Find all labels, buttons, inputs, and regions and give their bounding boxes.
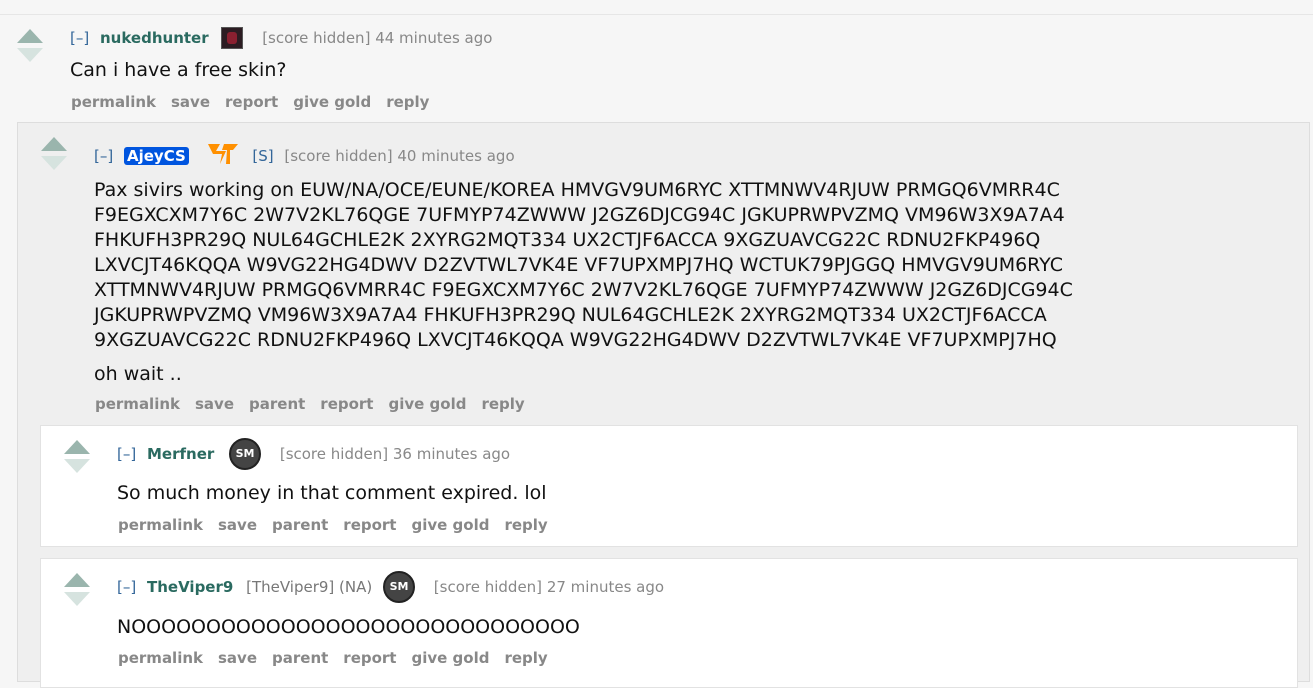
- upvote-arrow-icon[interactable]: [64, 440, 90, 454]
- parent-button[interactable]: parent: [249, 395, 305, 413]
- give-gold-button[interactable]: give gold: [411, 516, 489, 534]
- comment-time: 36 minutes ago: [392, 445, 511, 463]
- parent-button[interactable]: parent: [272, 516, 328, 534]
- vote-arrows: [62, 573, 92, 606]
- comment-time: 40 minutes ago: [397, 147, 515, 165]
- report-button[interactable]: report: [343, 516, 396, 534]
- comment-time: 27 minutes ago: [546, 578, 665, 596]
- upvote-arrow-icon[interactable]: [64, 573, 90, 587]
- collapse-toggle[interactable]: [–]: [70, 29, 89, 47]
- score-hidden: [score hidden]: [433, 578, 543, 596]
- downvote-arrow-icon[interactable]: [64, 592, 90, 606]
- comment-time: 44 minutes ago: [375, 29, 493, 47]
- reply-button[interactable]: reply: [504, 649, 547, 667]
- downvote-arrow-icon[interactable]: [41, 156, 67, 170]
- give-gold-button[interactable]: give gold: [293, 93, 371, 111]
- parent-button[interactable]: parent: [272, 649, 328, 667]
- comment-tagline: [–] TheViper9 [TheViper9] (NA) SM [score…: [117, 571, 664, 603]
- reply-button[interactable]: reply: [481, 395, 524, 413]
- comment-author[interactable]: nukedhunter: [100, 29, 209, 47]
- save-button[interactable]: save: [218, 516, 257, 534]
- score-hidden: [score hidden]: [279, 445, 389, 463]
- report-button[interactable]: report: [320, 395, 373, 413]
- comment-author[interactable]: AjeyCS: [124, 147, 189, 165]
- vote-arrows: [15, 29, 45, 62]
- report-button[interactable]: report: [343, 649, 396, 667]
- save-button[interactable]: save: [171, 93, 210, 111]
- upvote-arrow-icon[interactable]: [17, 29, 43, 43]
- comment-author[interactable]: Merfner: [147, 445, 214, 463]
- collapse-toggle[interactable]: [–]: [117, 578, 136, 596]
- comment-tagline: [–] AjeyCS [S] [score hidden] 40 minutes…: [94, 141, 515, 171]
- reply-button[interactable]: reply: [386, 93, 429, 111]
- comment-buttons: permalink save report give gold reply: [71, 93, 444, 111]
- give-gold-button[interactable]: give gold: [411, 649, 489, 667]
- score-hidden: [score hidden]: [262, 29, 371, 47]
- user-flair-text: [TheViper9] (NA): [246, 578, 373, 596]
- comment-tagline: [–] nukedhunter [score hidden] 44 minute…: [70, 27, 492, 49]
- fnatic-flair-icon: [206, 141, 240, 171]
- tsm-flair-icon: SM: [383, 571, 416, 603]
- permalink-button[interactable]: permalink: [118, 649, 203, 667]
- comment-theviper9: [–] TheViper9 [TheViper9] (NA) SM [score…: [40, 558, 1298, 688]
- upvote-arrow-icon[interactable]: [41, 137, 67, 151]
- comment-body-extra: oh wait ..: [94, 363, 182, 385]
- comment-buttons: permalink save parent report give gold reply: [95, 395, 540, 413]
- comment-merfner: [–] Merfner SM [score hidden] 36 minutes…: [40, 425, 1298, 547]
- give-gold-button[interactable]: give gold: [388, 395, 466, 413]
- permalink-button[interactable]: permalink: [71, 93, 156, 111]
- downvote-arrow-icon[interactable]: [17, 48, 43, 62]
- collapse-toggle[interactable]: [–]: [117, 445, 136, 463]
- comment-buttons: permalink save parent report give gold reply: [118, 516, 563, 534]
- vote-arrows: [39, 137, 69, 170]
- score-hidden: [score hidden]: [284, 147, 393, 165]
- vote-arrows: [62, 440, 92, 473]
- permalink-button[interactable]: permalink: [118, 516, 203, 534]
- report-button[interactable]: report: [225, 93, 278, 111]
- comment-body: Pax sivirs working on EUW/NA/OCE/EUNE/KO…: [94, 179, 1079, 351]
- comment-buttons: permalink save parent report give gold reply: [118, 649, 563, 667]
- comment-body: NOOOOOOOOOOOOOOOOOOOOOOOOOOOOOO: [117, 616, 580, 638]
- submitter-tag[interactable]: [S]: [252, 147, 273, 165]
- downvote-arrow-icon[interactable]: [64, 459, 90, 473]
- comment-nukedhunter: [–] nukedhunter [score hidden] 44 minute…: [0, 15, 1313, 122]
- permalink-button[interactable]: permalink: [95, 395, 180, 413]
- user-flair-icon: [221, 27, 244, 49]
- collapse-toggle[interactable]: [–]: [94, 147, 113, 165]
- comment-tagline: [–] Merfner SM [score hidden] 36 minutes…: [117, 438, 510, 470]
- comment-body: So much money in that comment expired. l…: [117, 482, 547, 504]
- comment-body: Can i have a free skin?: [70, 59, 287, 81]
- comment-author[interactable]: TheViper9: [147, 578, 233, 596]
- tsm-flair-icon: SM: [229, 438, 262, 470]
- save-button[interactable]: save: [195, 395, 234, 413]
- top-bar: [0, 0, 1313, 15]
- save-button[interactable]: save: [218, 649, 257, 667]
- reply-button[interactable]: reply: [504, 516, 547, 534]
